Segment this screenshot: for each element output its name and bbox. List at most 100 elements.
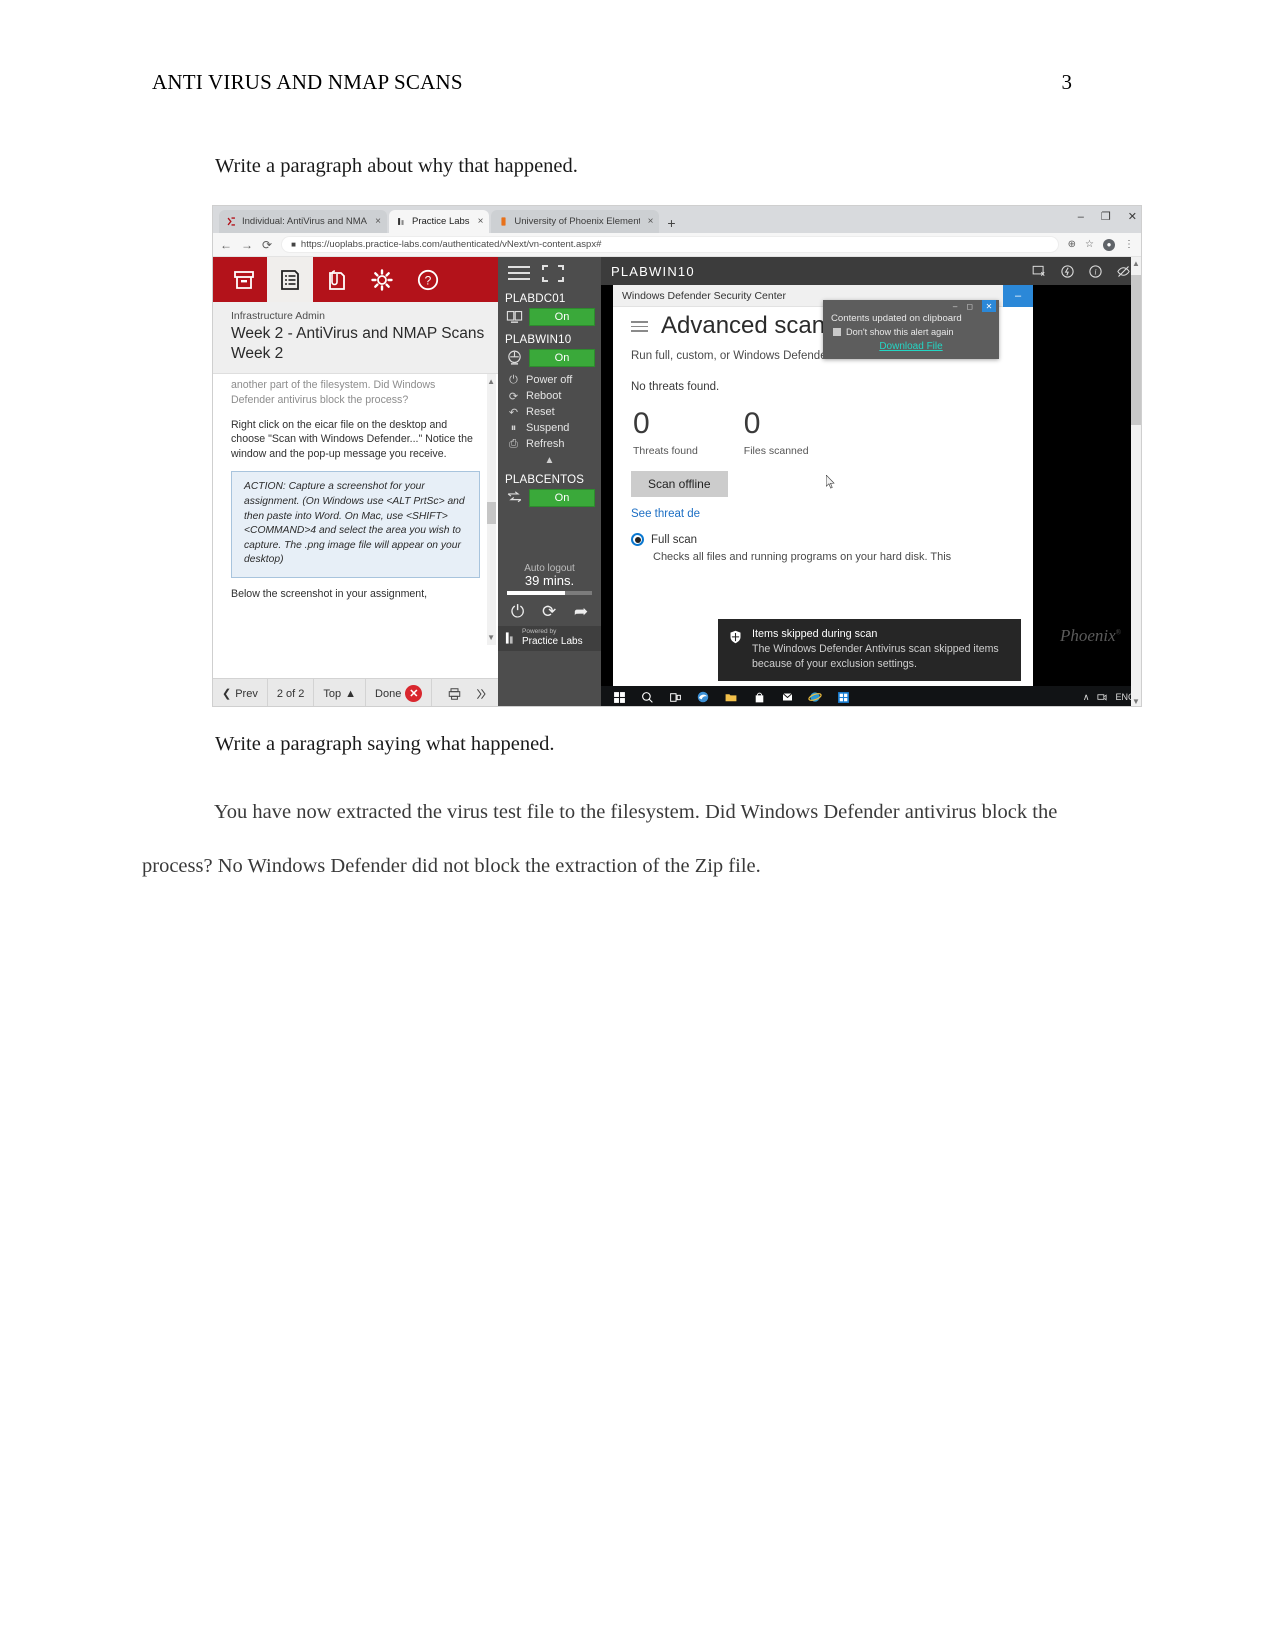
browser-tab-2[interactable]: Practice Labs × <box>389 210 490 233</box>
tray-caret-icon[interactable]: ∧ <box>1083 692 1090 703</box>
browser-tab-1[interactable]: Individual: AntiVirus and NMAP × <box>219 210 387 233</box>
browser-tab-1-close[interactable]: × <box>372 216 381 227</box>
vm-collapse-caret[interactable]: ▲ <box>498 454 601 470</box>
help-icon: ? <box>417 269 439 290</box>
vm-menu-power-off[interactable]: ⏻ Power off <box>498 372 601 388</box>
hamburger-icon[interactable] <box>508 262 530 284</box>
defender-icon[interactable] <box>829 686 857 706</box>
lab-scroll-up-arrow[interactable]: ▲ <box>487 376 495 387</box>
url-input[interactable]: ■ https://uoplabs.practice-labs.com/auth… <box>281 236 1059 253</box>
checkbox-icon[interactable] <box>833 328 841 336</box>
clipboard-alert-message: Contents updated on clipboard <box>831 313 962 324</box>
store-icon[interactable] <box>745 686 773 706</box>
attachment-icon-button[interactable] <box>313 257 359 302</box>
reload-button[interactable]: ⟳ <box>262 239 272 251</box>
minimize-button[interactable]: – <box>1078 211 1084 223</box>
vm-menu-reset[interactable]: ↶ Reset <box>498 404 601 420</box>
lab-done-button[interactable]: Done ✕ <box>366 679 433 706</box>
tray-network-icon[interactable] <box>1096 692 1108 703</box>
clipboard-pin-icon[interactable]: – <box>1003 285 1033 307</box>
clipboard-alert-checkbox-row[interactable]: Don't show this alert again <box>823 327 999 341</box>
browser-tab-3[interactable]: University of Phoenix Elementor × <box>491 210 660 233</box>
lab-done-label: Done <box>375 687 402 700</box>
embedded-screenshot: Individual: AntiVirus and NMAP × Practic… <box>212 205 1142 707</box>
reboot-icon: ⟳ <box>508 390 519 403</box>
send-keys-icon-button[interactable]: ➦ <box>574 602 588 622</box>
browser-tab-3-close[interactable]: × <box>645 216 654 227</box>
lab-prev-button[interactable]: ❮ Prev <box>213 679 268 706</box>
browser-tab-2-close[interactable]: × <box>475 216 484 227</box>
practice-labs-logo-icon <box>505 632 513 644</box>
print-icon[interactable] <box>447 687 462 701</box>
power-cycle-icon[interactable] <box>1060 264 1075 279</box>
lab-top-label: Top <box>323 687 342 700</box>
restart-icon-button[interactable]: ⟳ <box>542 602 556 622</box>
page-scrollbar[interactable]: ▲ ▼ <box>1131 257 1141 706</box>
settings-icon-button[interactable] <box>359 257 405 302</box>
mail-icon[interactable] <box>773 686 801 706</box>
lab-close-icon[interactable]: ✕ <box>405 685 423 702</box>
power-icon-button[interactable]: ⏻ <box>511 602 524 622</box>
screenshot-icon[interactable] <box>1031 264 1047 278</box>
help-icon-button[interactable]: ? <box>405 257 451 302</box>
fullscreen-icon[interactable] <box>542 264 564 282</box>
info-icon[interactable]: i <box>1088 264 1103 279</box>
clipboard-alert-maximize[interactable]: ◻ <box>966 302 973 311</box>
vm-state-plabwin10[interactable]: On <box>529 348 595 367</box>
vm-row-plabdc01[interactable]: On <box>498 307 601 330</box>
vm-menu-suspend[interactable]: ⏸ Suspend <box>498 420 601 436</box>
toast-heading: Items skipped during scan <box>752 628 878 641</box>
browser-tab-2-title: Practice Labs <box>412 216 470 227</box>
new-tab-button[interactable]: + <box>661 216 683 233</box>
close-window-button[interactable]: ✕ <box>1128 210 1137 223</box>
phoenix-watermark-text: Phoenix <box>1059 626 1116 645</box>
archive-icon-button[interactable] <box>221 257 267 302</box>
download-file-link[interactable]: Download File <box>879 341 942 352</box>
lab-role: Infrastructure Admin <box>231 310 325 322</box>
forward-button[interactable]: → <box>241 239 253 251</box>
bookmark-star-icon[interactable]: ☆ <box>1085 239 1094 250</box>
vm-menu-refresh[interactable]: ⎙ Refresh <box>498 436 601 452</box>
vm-row-plabwin10[interactable]: On <box>498 348 601 371</box>
lab-instruction-clipped: another part of the filesystem. Did Wind… <box>231 379 436 406</box>
vm-state-plabcentos[interactable]: On <box>529 488 595 507</box>
defender-hamburger-icon[interactable] <box>631 321 648 332</box>
lab-scrollbar-thumb[interactable] <box>487 502 496 525</box>
start-icon[interactable] <box>605 686 633 706</box>
phoenix-watermark: Phoenix® <box>1060 626 1121 646</box>
maximize-button[interactable]: ❐ <box>1101 210 1111 223</box>
defender-window-title: Windows Defender Security Center <box>622 289 786 302</box>
vm-screen-titlebar: PLABWIN10 i <box>601 257 1141 285</box>
edge-icon[interactable] <box>689 686 717 706</box>
profile-avatar[interactable]: ● <box>1103 238 1115 251</box>
server-icon <box>505 307 524 326</box>
back-button[interactable]: ← <box>220 239 232 251</box>
lab-top-button[interactable]: Top ▲ <box>314 679 367 706</box>
search-icon[interactable] <box>633 686 661 706</box>
see-threat-details-link[interactable]: See threat de <box>631 508 1033 520</box>
vm-rail-bottom-buttons: ⏻ ⟳ ➦ <box>498 595 601 626</box>
browser-menu-icon[interactable]: ⋮ <box>1124 239 1134 250</box>
page-scroll-up-arrow[interactable]: ▲ <box>1132 259 1140 268</box>
lab-scroll-down-arrow[interactable]: ▼ <box>487 632 495 643</box>
page-scroll-down-arrow[interactable]: ▼ <box>1132 697 1140 706</box>
content-icon-button[interactable] <box>267 257 313 302</box>
vm-menu-reboot[interactable]: ⟳ Reboot <box>498 388 601 404</box>
lab-instruction-2: Right click on the eicar file on the des… <box>231 418 473 460</box>
ie-icon[interactable] <box>801 686 829 706</box>
clipboard-alert-titlebar: – ◻ ✕ <box>823 300 999 312</box>
full-scan-radio[interactable]: Full scan <box>631 533 1033 547</box>
skipped-items-toast[interactable]: Items skipped during scan The Windows De… <box>718 619 1021 681</box>
clipboard-alert-close[interactable]: ✕ <box>982 300 996 312</box>
page-scrollbar-thumb[interactable] <box>1131 275 1141 425</box>
taskview-icon[interactable] <box>661 686 689 706</box>
lock-icon: ■ <box>291 240 296 249</box>
vm-state-plabdc01[interactable]: On <box>529 307 595 326</box>
clipboard-alert-minimize[interactable]: – <box>953 302 957 311</box>
vm-row-plabcentos[interactable]: On <box>498 488 601 511</box>
notes-icon[interactable] <box>474 687 489 701</box>
explorer-icon[interactable] <box>717 686 745 706</box>
scan-offline-button[interactable]: Scan offline <box>631 471 728 498</box>
zoom-icon[interactable]: ⊕ <box>1068 239 1076 250</box>
hide-icon[interactable] <box>1116 264 1131 279</box>
